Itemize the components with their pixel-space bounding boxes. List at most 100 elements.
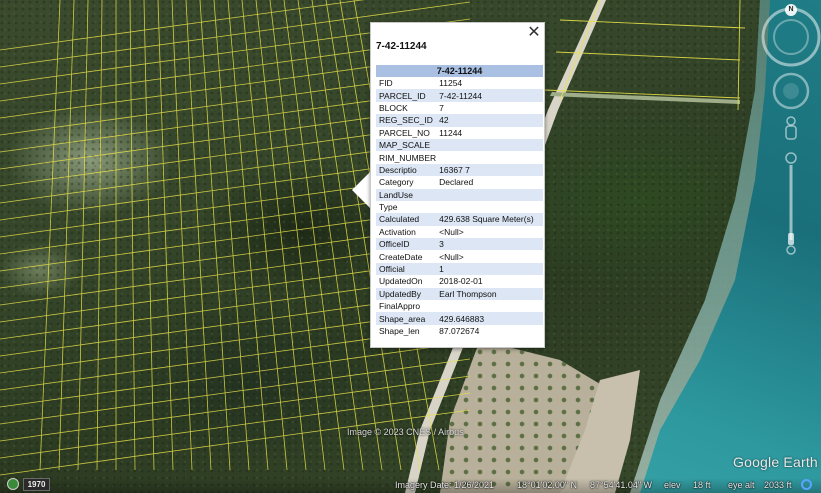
parcel-line [555, 51, 741, 61]
attribute-key: BLOCK [376, 101, 437, 115]
attribute-value [436, 138, 543, 152]
attribute-row: PARCEL_NO 11244 [376, 126, 543, 139]
attribute-row: FID 11254 [376, 77, 543, 90]
attribute-key: Shape_len [376, 324, 437, 338]
attribute-value: 16367 7 [436, 163, 543, 177]
attribute-row: LandUse [376, 188, 543, 201]
attribute-value: <Null> [436, 225, 543, 239]
attribute-row: Shape_area 429.646883 [376, 312, 543, 325]
attribute-table: 7-42-11244 FID 11254 PARCEL_ID 7-42-11244 BL… [376, 65, 543, 338]
attribute-key: PARCEL_NO [376, 126, 437, 139]
latitude-readout: 18°01'02.00" N [517, 480, 578, 490]
attribute-row: Activation <Null> [376, 225, 543, 239]
attribute-key: MAP_SCALE [376, 138, 437, 152]
attribute-value: 11254 [436, 77, 543, 90]
attribute-key: Type [376, 200, 437, 214]
historical-imagery-year[interactable]: 1970 [23, 478, 50, 491]
parcel-line [297, 0, 364, 471]
attribute-row: MAP_SCALE [376, 138, 543, 152]
attribute-value: 87.072674 [436, 324, 543, 338]
attribute-row: Calculated 429.638 Square Meter(s) [376, 213, 543, 226]
attribute-row: CreateDate <Null> [376, 250, 543, 263]
google-earth-logo: Google Earth [733, 454, 818, 470]
imagery-date: Imagery Date: 1/26/2021 [395, 480, 495, 490]
attribute-row: BLOCK 7 [376, 101, 543, 115]
attribute-row: Shape_len 87.072674 [376, 324, 543, 338]
imagery-copyright: Image © 2023 CNES / Airbus [347, 427, 464, 437]
attribute-row: PARCEL_ID 7-42-11244 [376, 89, 543, 102]
parcel-line [129, 0, 136, 471]
status-bar: 1970 Imagery Date: 1/26/2021 18°01'02.00… [0, 478, 821, 493]
attribute-key: CreateDate [376, 250, 437, 263]
attribute-key: Category [376, 176, 437, 189]
parcel-line [283, 0, 345, 471]
attribute-row: Type [376, 200, 543, 214]
attribute-value: 429.646883 [436, 312, 543, 325]
eye-altitude-label: eye alt [728, 480, 755, 490]
attribute-row: UpdatedOn 2018-02-01 [376, 275, 543, 288]
parcel-line [559, 19, 746, 29]
parcel-line [0, 392, 471, 459]
parcel-line [143, 0, 155, 471]
attribute-value: 7-42-11244 [436, 89, 543, 102]
attribute-row: FinalAppro [376, 300, 543, 313]
streaming-status-icon [801, 479, 812, 490]
parcel-line [185, 0, 212, 471]
attribute-key: Shape_area [376, 312, 437, 325]
attribute-table-header: 7-42-11244 [376, 65, 543, 77]
attribute-key: FID [376, 77, 437, 90]
attribute-value: 3 [436, 238, 543, 251]
elevation-value: 18 ft [693, 480, 711, 490]
look-joystick[interactable] [772, 72, 810, 110]
street-view-pegman-icon[interactable] [785, 116, 797, 140]
attribute-key: OfficeID [376, 238, 437, 251]
attribute-row: UpdatedBy Earl Thompson [376, 287, 543, 301]
parcel-line [241, 0, 288, 471]
attribute-value: 429.638 Square Meter(s) [436, 213, 543, 226]
attribute-row: OfficeID 3 [376, 238, 543, 251]
popup-title: 7-42-11244 [376, 41, 427, 52]
attribute-value: 2018-02-01 [436, 275, 543, 288]
attribute-value [436, 200, 543, 214]
attribute-value: Earl Thompson [436, 287, 543, 301]
parcel-line [58, 0, 75, 471]
attribute-value: 42 [436, 114, 543, 127]
popup-pointer [352, 172, 370, 208]
attribute-key: REG_SEC_ID [376, 114, 437, 127]
navigation-controls: N [761, 0, 821, 260]
attribute-value: <Null> [436, 250, 543, 263]
eye-altitude-value: 2033 ft [764, 480, 792, 490]
attribute-value: 11244 [436, 126, 543, 139]
parcel-line [0, 358, 471, 425]
parcel-line [737, 0, 741, 111]
attribute-row: REG_SEC_ID 42 [376, 114, 543, 127]
attribute-value [436, 300, 543, 313]
zoom-slider[interactable] [785, 152, 797, 255]
attribute-key: PARCEL_ID [376, 89, 437, 102]
attribute-value: Declared [436, 176, 543, 189]
attribute-value: 7 [436, 101, 543, 115]
attribute-row: RIM_NUMBER [376, 151, 543, 164]
attribute-key: LandUse [376, 188, 437, 201]
parcel-line [544, 89, 741, 99]
parcel-line [157, 0, 174, 471]
attribute-key: FinalAppro [376, 300, 437, 313]
parcel-line [199, 0, 231, 471]
historical-imagery-icon[interactable] [7, 478, 19, 490]
close-icon[interactable]: ✕ [526, 24, 542, 40]
parcel-line [0, 341, 471, 408]
attribute-value: 1 [436, 262, 543, 276]
longitude-readout: 87°54'41.04" W [590, 480, 653, 490]
attribute-key: Descriptio [376, 163, 437, 177]
parcel-info-popup: ✕ 7-42-11244 7-42-11244 FID 11254 PARCEL_I… [370, 22, 545, 348]
attribute-row: Category Declared [376, 176, 543, 189]
attribute-key: Calculated [376, 213, 437, 226]
parcel-line [0, 409, 471, 476]
attribute-key: UpdatedBy [376, 287, 437, 301]
attribute-row: Official 1 [376, 262, 543, 276]
compass-north-label: N [788, 6, 794, 13]
attribute-value [436, 151, 543, 164]
parcel-line [77, 0, 89, 471]
attribute-value [436, 188, 543, 201]
attribute-key: Official [376, 262, 437, 276]
